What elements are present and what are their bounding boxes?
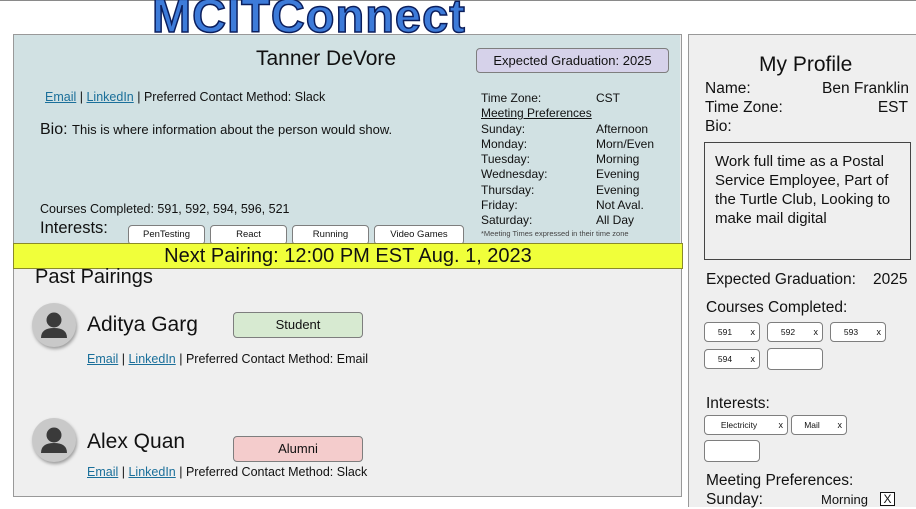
interests-label: Interests: <box>40 219 108 237</box>
role-tag: Alumni <box>233 436 363 462</box>
schedule-day: Monday: <box>481 136 528 151</box>
match-bio: Bio: This is where information about the… <box>40 121 392 139</box>
role-tag: Student <box>233 312 363 338</box>
schedule-time: Not Aval. <box>596 198 644 213</box>
profile-title: My Profile <box>759 53 853 76</box>
profile-interests-label: Interests: <box>706 395 770 412</box>
schedule-time: Morning <box>596 152 640 167</box>
avatar-icon <box>32 418 76 462</box>
separator: | <box>121 465 125 479</box>
remove-icon[interactable]: x <box>814 323 819 341</box>
schedule-day: Friday: <box>481 198 518 213</box>
schedule-time: Evening <box>596 167 640 182</box>
courses-completed: Courses Completed: 591, 592, 594, 596, 5… <box>40 202 290 216</box>
profile-sunday-value: Morning <box>821 492 868 507</box>
pairing-name: Aditya Garg <box>87 313 198 336</box>
profile-bio-label: Bio: <box>705 118 732 135</box>
email-link[interactable]: Email <box>87 352 118 366</box>
schedule-day: Tuesday: <box>481 152 530 167</box>
contact-method: Preferred Contact Method: Slack <box>185 465 368 479</box>
schedule-day: Saturday: <box>481 213 533 228</box>
separator: | <box>179 465 183 479</box>
contact-method: Preferred Contact Method: Slack <box>143 90 326 104</box>
graduation-badge: Expected Graduation: 2025 <box>476 48 669 73</box>
timezone-value: CST <box>596 91 620 105</box>
profile-tz-label: Time Zone: <box>705 99 783 116</box>
schedule-day: Sunday: <box>481 121 526 136</box>
add-course-input[interactable] <box>767 348 823 370</box>
pairing-contact-row: Email | LinkedIn | Preferred Contact Met… <box>87 465 367 479</box>
remove-icon[interactable]: x <box>877 323 882 341</box>
interest-chip[interactable]: Electricity x <box>704 415 788 435</box>
profile-grad-value: 2025 <box>873 271 908 288</box>
linkedin-link[interactable]: LinkedIn <box>128 352 175 366</box>
linkedin-link[interactable]: LinkedIn <box>128 465 175 479</box>
schedule-day: Wednesday: <box>481 167 548 182</box>
profile-meeting-label: Meeting Preferences: <box>706 472 854 489</box>
profile-name-label: Name: <box>705 80 751 97</box>
remove-icon[interactable]: x <box>751 323 756 341</box>
schedule-times: CST Afternoon Morn/Even Morning Evening … <box>596 91 654 229</box>
interest-chip[interactable]: Running <box>292 225 369 245</box>
profile-tz: EST <box>877 99 908 116</box>
pairing-name: Alex Quan <box>87 430 186 453</box>
add-interest-input[interactable] <box>704 440 760 462</box>
interest-chip[interactable]: Video Games <box>374 225 464 245</box>
match-name: Tanner DeVore <box>256 47 397 70</box>
schedule-time: All Day <box>596 213 635 228</box>
profile-courses-label: Courses Completed: <box>706 299 848 316</box>
course-chip[interactable]: 593 x <box>830 322 886 342</box>
profile-bio-text: Work full time as a Postal Service Emplo… <box>715 153 891 227</box>
remove-icon[interactable]: x <box>838 416 843 434</box>
schedule-time: Morn/Even <box>596 136 655 151</box>
schedule-time: Afternoon <box>596 121 649 136</box>
interest-chip[interactable]: React <box>210 225 287 245</box>
separator: | <box>137 90 141 104</box>
remove-icon[interactable]: x <box>751 350 756 368</box>
bio-text: This is where information about the pers… <box>72 122 393 137</box>
profile-grad-label: Expected Graduation: <box>706 271 856 288</box>
course-chip[interactable]: 591 x <box>704 322 760 342</box>
pairing-contact-row: Email | LinkedIn | Preferred Contact Met… <box>87 352 368 366</box>
schedule-time: Evening <box>596 182 640 197</box>
past-pairings-title: Past Pairings <box>35 266 153 288</box>
meeting-preferences-title: Meeting Preferences <box>481 106 592 121</box>
interest-chip[interactable]: PenTesting <box>128 225 205 245</box>
separator: | <box>79 90 83 104</box>
bio-label: Bio: <box>40 121 68 138</box>
match-contact-row: Email | LinkedIn | Preferred Contact Met… <box>45 90 325 104</box>
profile-name: Ben Franklin <box>821 80 909 97</box>
remove-icon[interactable]: x <box>779 416 784 434</box>
email-link[interactable]: Email <box>87 465 118 479</box>
avatar-icon <box>32 303 76 347</box>
separator: | <box>179 352 183 366</box>
contact-method: Preferred Contact Method: Email <box>185 352 368 366</box>
interest-chip[interactable]: Mail x <box>791 415 847 435</box>
schedule-day: Thursday: <box>481 182 535 197</box>
schedule-days: Time Zone: Meeting Preferences Sunday: M… <box>481 91 592 229</box>
sunday-toggle-checkbox[interactable]: X <box>880 492 895 506</box>
schedule-note: *Meeting Times expressed in their time z… <box>481 229 629 238</box>
course-chip[interactable]: 592 x <box>767 322 823 342</box>
profile-sunday-label: Sunday: <box>706 491 763 508</box>
email-link[interactable]: Email <box>45 90 76 104</box>
separator: | <box>121 352 125 366</box>
profile-bio-textarea[interactable]: Work full time as a Postal Service Emplo… <box>704 142 911 260</box>
timezone-label: Time Zone: <box>481 91 542 105</box>
linkedin-link[interactable]: LinkedIn <box>86 90 133 104</box>
course-chip[interactable]: 594 x <box>704 349 760 369</box>
